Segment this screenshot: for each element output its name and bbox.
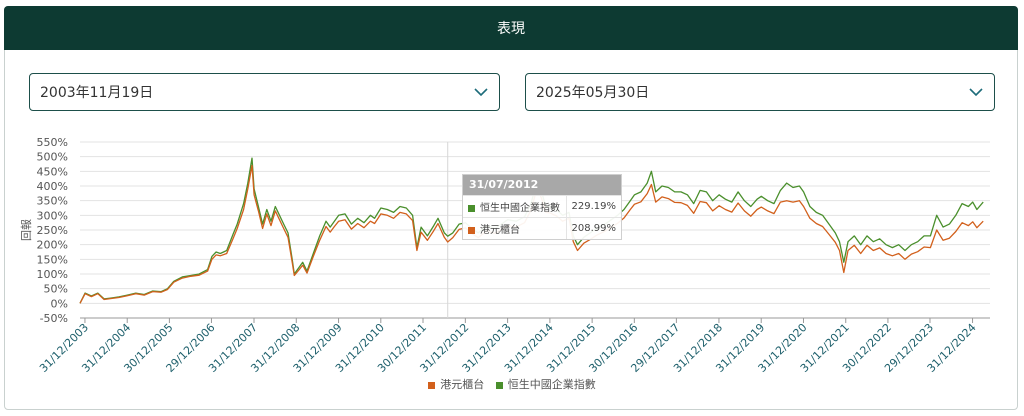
legend-label: 港元櫃台 (440, 378, 485, 391)
tooltip-value: 208.99% (565, 217, 621, 239)
tooltip-date: 31/07/2012 (463, 175, 621, 195)
start-date-select[interactable]: 2003年11月19日 (29, 73, 500, 111)
chart-legend: 港元櫃台 恒生中國企業指數 (0, 376, 1024, 392)
chevron-down-icon (969, 88, 983, 97)
tooltip-label: 恒生中國企業指數 (480, 203, 560, 214)
legend-item-hkd-counter[interactable]: 港元櫃台 (428, 376, 484, 392)
tooltip-row: 港元櫃台 208.99% (463, 217, 621, 239)
legend-item-hscei[interactable]: 恒生中國企業指數 (495, 376, 596, 392)
end-date-select[interactable]: 2025年05月30日 (525, 73, 995, 111)
tooltip-swatch (468, 226, 475, 234)
tooltip-row: 恒生中國企業指數 229.19% (463, 195, 621, 218)
end-date-value: 2025年05月30日 (536, 85, 650, 101)
tooltip-label: 港元櫃台 (480, 225, 520, 236)
panel-header: 表現 (4, 6, 1018, 50)
legend-swatch (428, 381, 436, 389)
chevron-down-icon (474, 88, 488, 97)
start-date-value: 2003年11月19日 (40, 85, 154, 101)
tooltip-value: 229.19% (565, 195, 621, 218)
legend-label: 恒生中國企業指數 (507, 378, 596, 391)
legend-swatch (495, 381, 503, 389)
tooltip-swatch (468, 204, 475, 212)
panel-title: 表現 (497, 21, 525, 37)
chart-tooltip: 31/07/2012 恒生中國企業指數 229.19% 港元櫃台 208.99% (462, 174, 622, 240)
